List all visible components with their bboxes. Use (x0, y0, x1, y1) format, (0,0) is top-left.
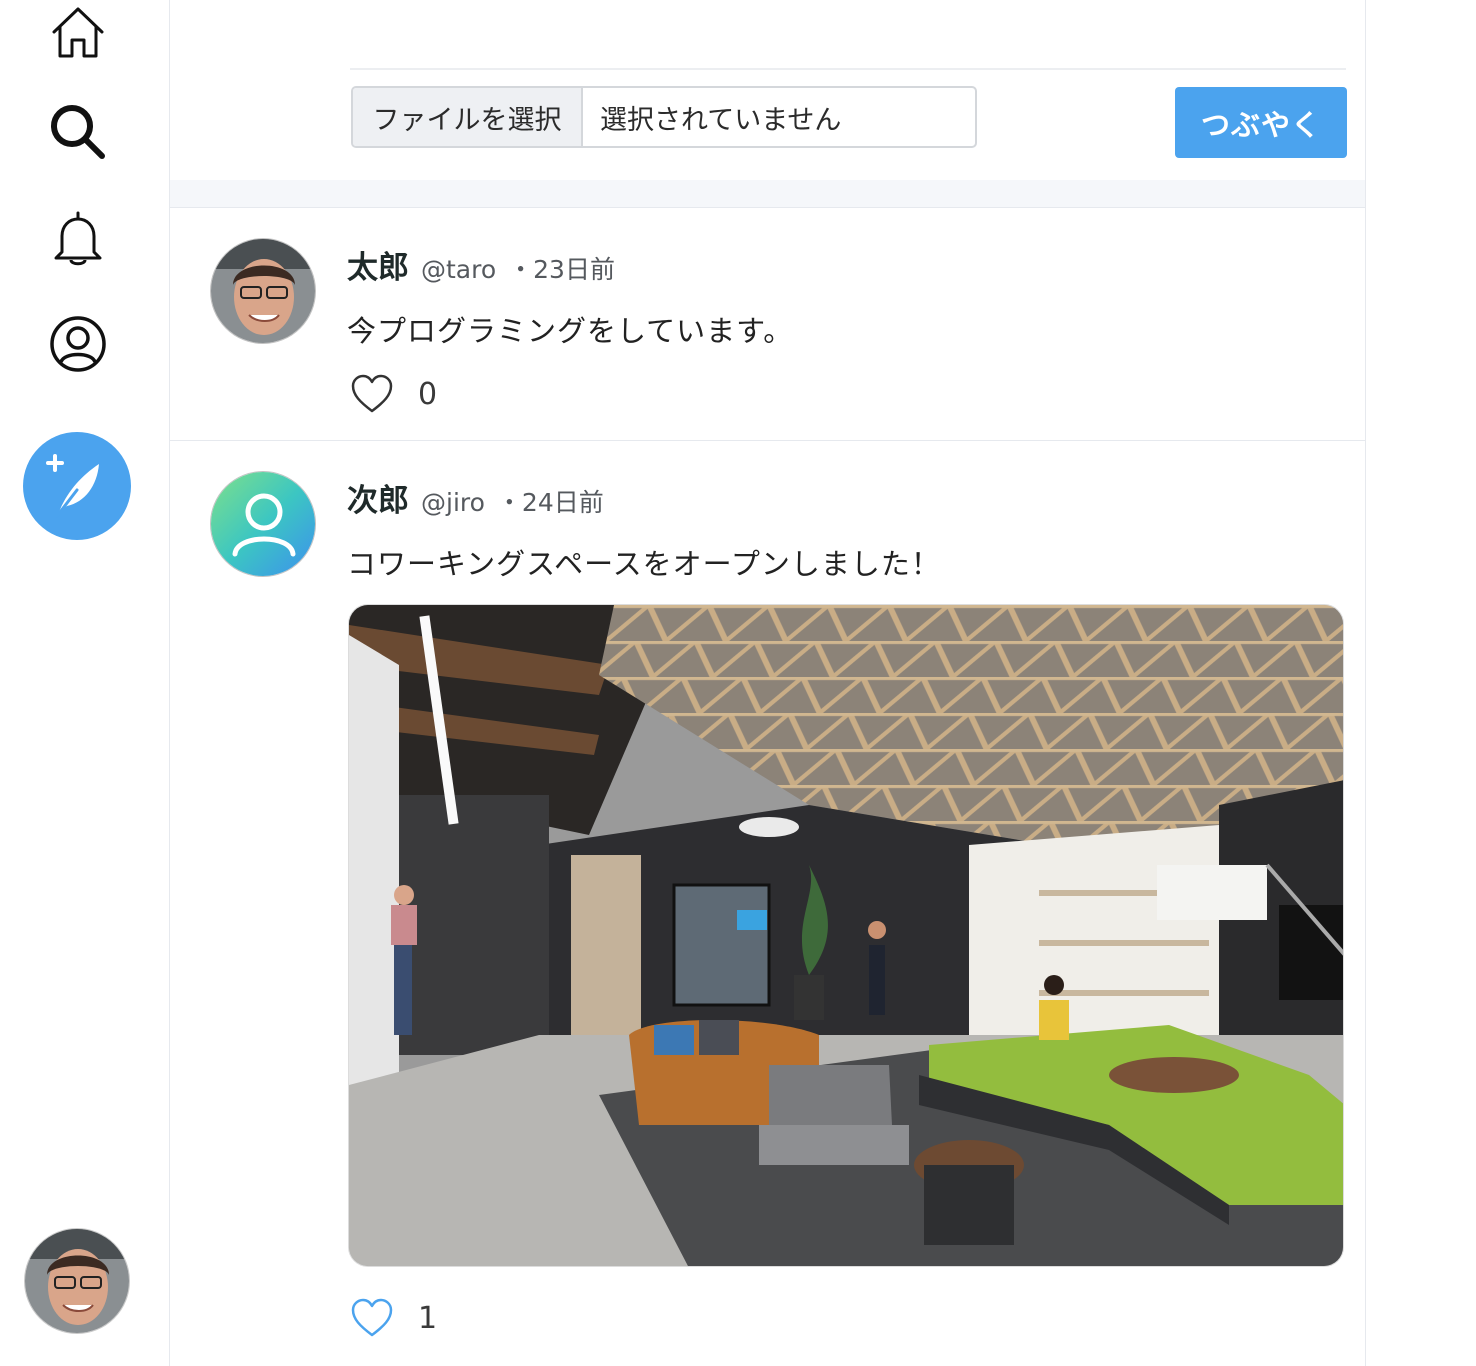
tweet-composer: ファイルを選択 選択されていません つぶやく (170, 0, 1365, 181)
post-image[interactable] (348, 604, 1344, 1267)
user-handle: @jiro (421, 488, 485, 517)
post-header: 太郎 @taro ・23日前 (347, 242, 615, 287)
compose-button[interactable] (23, 432, 131, 540)
post-time: ・24日前 (496, 488, 604, 517)
home-icon[interactable] (46, 0, 110, 64)
composer-divider (350, 68, 1346, 70)
like-button[interactable]: 1 (350, 1298, 437, 1338)
like-button[interactable]: 0 (350, 374, 437, 414)
sidebar (0, 0, 168, 1366)
user-name[interactable]: 太郎 (347, 242, 409, 287)
feather-plus-icon (46, 454, 99, 518)
user-handle: @taro (421, 255, 497, 284)
post-item: 次郎 @jiro ・24日前 コワーキングスペースをオープンしました！ 1 (170, 441, 1365, 1366)
heart-icon (351, 374, 393, 413)
avatar[interactable] (210, 238, 316, 344)
like-count: 1 (418, 1300, 438, 1336)
section-gap (170, 180, 1365, 208)
file-status-text: 選択されていません (600, 104, 842, 136)
post-text: コワーキングスペースをオープンしました！ (347, 547, 941, 581)
like-count: 0 (418, 376, 438, 412)
post-time: ・23日前 (508, 255, 615, 284)
tweet-submit-button[interactable]: つぶやく (1175, 87, 1347, 158)
search-icon[interactable] (46, 100, 110, 164)
post-item: 太郎 @taro ・23日前 今プログラミングをしています。 0 (170, 208, 1365, 441)
file-input[interactable]: ファイルを選択 選択されていません (351, 86, 977, 148)
coworking-space-photo (349, 605, 1343, 1266)
post-text: 今プログラミングをしています。 (347, 314, 794, 348)
current-user-avatar[interactable] (24, 1228, 130, 1334)
user-name[interactable]: 次郎 (347, 475, 409, 520)
profile-icon[interactable] (46, 312, 110, 376)
avatar[interactable] (210, 471, 316, 577)
bell-icon[interactable] (46, 206, 110, 270)
heart-icon (351, 1298, 393, 1337)
post-header: 次郎 @jiro ・24日前 (347, 475, 604, 520)
file-select-button[interactable]: ファイルを選択 (353, 88, 583, 146)
timeline: ファイルを選択 選択されていません つぶやく 太郎 @taro ・23日前 今プ… (169, 0, 1366, 1366)
